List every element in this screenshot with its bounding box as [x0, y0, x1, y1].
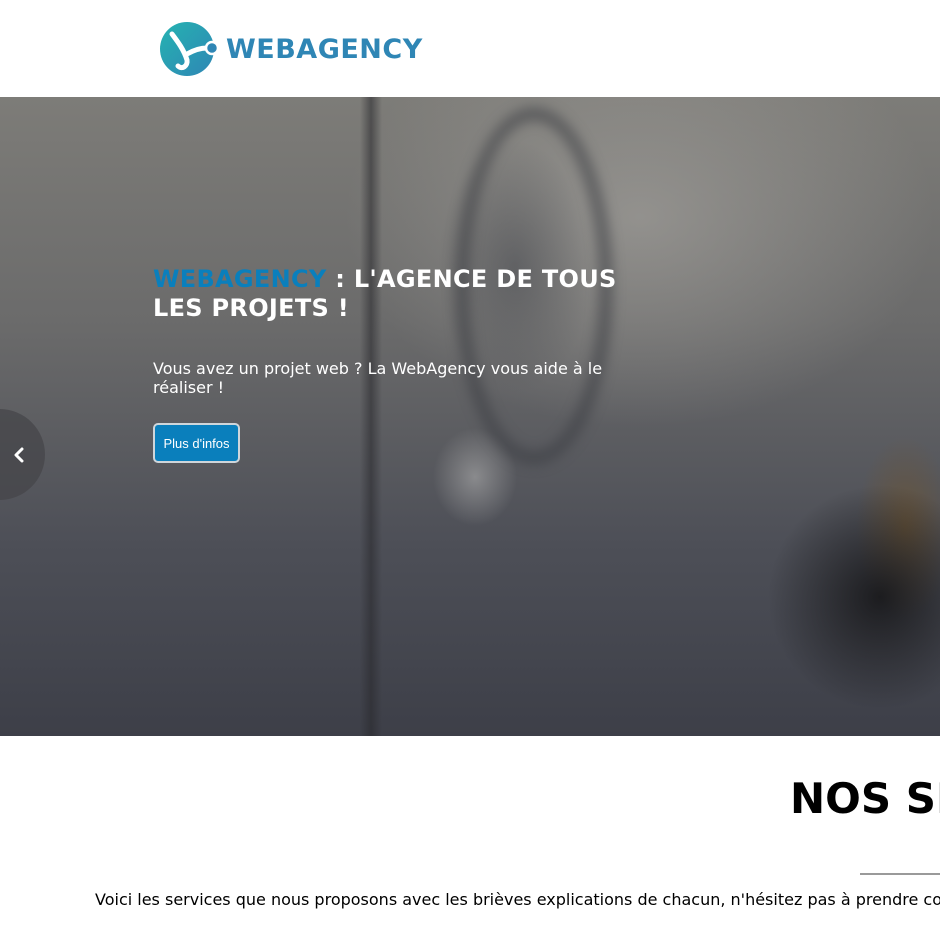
hero-title: WEBAGENCY : L'AGENCE DE TOUS LES PROJETS…: [153, 265, 623, 323]
hero-background-shape: [360, 97, 382, 736]
hero-slider: WEBAGENCY : L'AGENCE DE TOUS LES PROJETS…: [0, 97, 940, 736]
logo-icon: [160, 22, 218, 76]
services-description: Voici les services que nous proposons av…: [95, 890, 940, 909]
hero-text: Vous avez un projet web ? La WebAgency v…: [153, 359, 603, 397]
services-section: NOS SI Voici les services que nous propo…: [0, 736, 940, 940]
site-logo[interactable]: WEBAGENCY: [160, 20, 423, 78]
logo-text: WEBAGENCY: [226, 33, 423, 65]
more-info-button[interactable]: Plus d'infos: [153, 423, 240, 463]
site-header: WEBAGENCY: [0, 0, 940, 97]
chevron-left-icon: [14, 447, 24, 463]
slider-prev-button[interactable]: [0, 409, 45, 500]
services-title: NOS SI: [790, 774, 940, 823]
hero-title-accent: WEBAGENCY: [153, 265, 327, 293]
section-divider: [860, 873, 940, 875]
